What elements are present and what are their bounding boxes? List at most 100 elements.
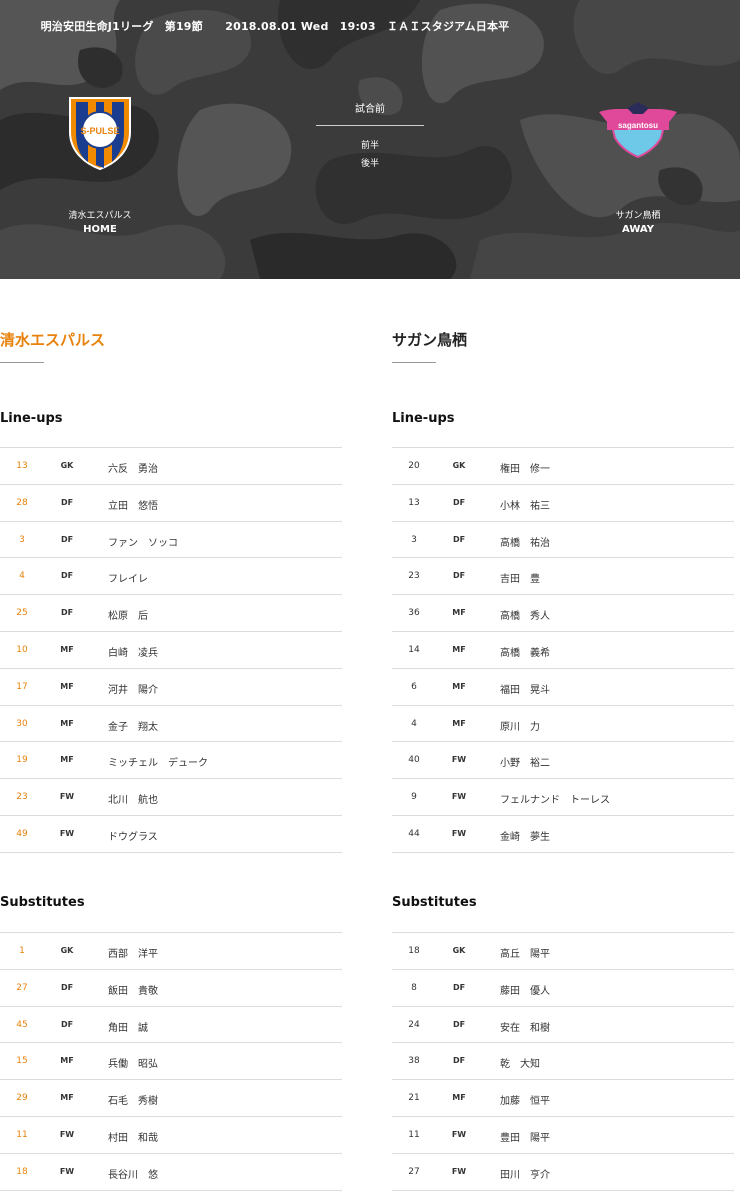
player-position: GK (60, 461, 74, 470)
player-row: 18 FW 長谷川 悠 (0, 1154, 342, 1191)
player-position: MF (60, 755, 74, 765)
player-position: FW (451, 1166, 467, 1176)
player-position: DF (60, 982, 74, 992)
player-name: 北川 航也 (108, 795, 158, 807)
player-name: 飯田 貴敬 (108, 985, 158, 997)
player-name: 小林 祐三 (500, 500, 550, 512)
player-name: 長谷川 悠 (108, 1169, 158, 1181)
player-number: 44 (408, 828, 420, 839)
away-team-name: サガン鳥栖 (615, 211, 661, 221)
away-lineups-heading: Line-ups (392, 411, 455, 426)
player-row: 6 MF 福田 晃斗 (392, 669, 734, 706)
second-half-score: 後半 (360, 159, 379, 169)
player-position: DF (452, 1019, 466, 1029)
player-number: 3 (19, 534, 25, 545)
player-row: 29 MF 石毛 秀樹 (0, 1080, 342, 1117)
player-row: 27 FW 田川 亨介 (392, 1154, 734, 1191)
player-position: FW (451, 755, 467, 765)
player-name: 金子 翔太 (108, 721, 158, 733)
player-name: 原川 力 (500, 721, 540, 733)
home-label: HOME (83, 224, 117, 235)
player-number: 15 (16, 1056, 28, 1067)
player-position: MF (60, 681, 74, 691)
player-row: 9 FW フェルナンド トーレス (392, 779, 734, 816)
player-number: 21 (408, 1093, 420, 1104)
player-name: 吉田 豊 (500, 574, 540, 586)
away-label: AWAY (622, 224, 654, 235)
player-row: 40 FW 小野 裕二 (392, 742, 734, 780)
player-row: 4 MF 原川 力 (392, 706, 734, 743)
player-number: 27 (408, 1166, 420, 1177)
player-name: 田川 亨介 (500, 1169, 550, 1181)
player-position: MF (60, 718, 74, 728)
player-position: MF (452, 608, 466, 618)
player-position: MF (452, 681, 466, 691)
player-number: 27 (16, 982, 28, 993)
player-name: 高橋 義希 (500, 647, 550, 659)
player-number: 10 (16, 644, 28, 655)
player-name: 兵働 昭弘 (108, 1059, 158, 1071)
player-position: DF (452, 571, 466, 581)
player-row: 38 DF 乾 大知 (392, 1043, 734, 1081)
player-name: 高橋 祐治 (500, 537, 550, 549)
player-number: 4 (411, 718, 417, 729)
player-name: フェルナンド トーレス (500, 795, 610, 807)
player-number: 40 (408, 755, 420, 766)
player-row: 27 DF 飯田 貴敬 (0, 970, 342, 1007)
player-position: FW (59, 1129, 75, 1139)
player-number: 11 (16, 1129, 28, 1140)
player-number: 29 (16, 1093, 28, 1104)
player-row: 44 FW 金崎 夢生 (392, 816, 734, 853)
player-position: FW (59, 828, 75, 838)
player-number: 9 (411, 792, 417, 803)
s-pulse-emblem-icon: S-PULSE (69, 97, 131, 170)
home-lineups-heading: Line-ups (0, 411, 63, 426)
player-number: 24 (408, 1019, 420, 1030)
player-row: 23 DF 吉田 豊 (392, 558, 734, 596)
player-row: 21 MF 加藤 恒平 (392, 1080, 734, 1117)
player-name: 村田 和哉 (108, 1132, 158, 1144)
player-position: FW (451, 792, 467, 802)
player-row: 8 DF 藤田 優人 (392, 970, 734, 1007)
player-row: 30 MF 金子 翔太 (0, 706, 342, 743)
player-name: 乾 大知 (500, 1059, 540, 1071)
svg-text:sagantosu: sagantosu (618, 121, 658, 130)
player-name: 角田 誠 (108, 1022, 148, 1034)
player-position: MF (452, 718, 466, 728)
player-position: FW (451, 1129, 467, 1139)
player-position: DF (452, 497, 466, 507)
player-name: 高橋 秀人 (500, 611, 550, 623)
player-name: 高丘 陽平 (500, 949, 550, 960)
player-row: 13 GK 六反 勇治 (0, 448, 342, 485)
player-row: 25 DF 松原 后 (0, 595, 342, 632)
away-lineups-list: 20 GK 権田 修一 13 DF 小林 祐三 3 DF 高橋 祐治 23 DF 吉田 豊 36 MF 高橋… (392, 447, 734, 853)
player-row: 14 MF 高橋 義希 (392, 632, 734, 669)
player-number: 11 (408, 1129, 420, 1140)
player-row: 19 MF ミッチェル デューク (0, 742, 342, 780)
player-number: 13 (408, 497, 420, 508)
player-number: 45 (16, 1019, 28, 1030)
player-number: 4 (19, 571, 25, 582)
player-name: 金崎 夢生 (500, 831, 550, 843)
player-name: フレイレ (108, 574, 148, 586)
player-number: 13 (16, 461, 28, 471)
player-row: 3 DF ファン ソッコ (0, 522, 342, 559)
player-name: 石毛 秀樹 (108, 1096, 158, 1108)
player-name: 河井 陽介 (108, 684, 158, 696)
player-number: 19 (16, 755, 28, 766)
player-position: DF (60, 571, 74, 581)
player-position: MF (60, 1056, 74, 1066)
player-name: ファン ソッコ (108, 537, 178, 549)
player-name: ミッチェル デューク (108, 758, 208, 770)
away-team-title: サガン鳥栖 (392, 331, 468, 349)
home-substitutes-heading: Substitutes (0, 895, 85, 910)
player-position: DF (60, 534, 74, 544)
player-position: MF (452, 644, 466, 654)
player-position: DF (60, 608, 74, 618)
away-substitutes-heading: Substitutes (392, 895, 477, 910)
player-number: 20 (408, 461, 420, 471)
player-row: 11 FW 豊田 陽平 (392, 1117, 734, 1154)
player-row: 45 DF 角田 誠 (0, 1007, 342, 1044)
player-row: 1 GK 西部 洋平 (0, 933, 342, 970)
away-title-divider (392, 362, 436, 363)
